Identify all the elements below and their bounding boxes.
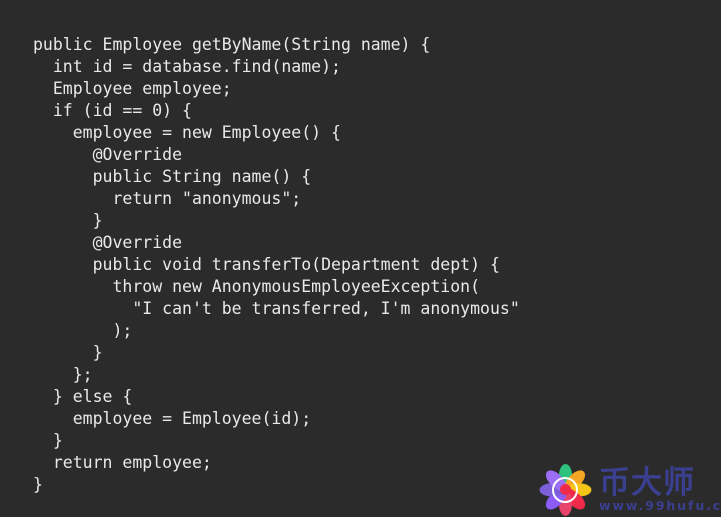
watermark: 币大师 www.99hufu.com <box>534 462 721 517</box>
code-line: public void transferTo(Department dept) … <box>33 255 500 274</box>
watermark-url: www.99hufu.com <box>599 497 721 513</box>
code-line: employee = new Employee() { <box>33 123 341 142</box>
code-line: "I can't be transferred, I'm anonymous" <box>33 299 520 318</box>
code-block: public Employee getByName(String name) {… <box>33 34 693 496</box>
code-line: Employee employee; <box>33 79 232 98</box>
code-line: } else { <box>33 387 133 406</box>
code-line: if (id == 0) { <box>33 101 192 120</box>
logo-center-dot <box>559 484 571 495</box>
code-line: ); <box>33 321 133 340</box>
watermark-text: 币大师 www.99hufu.com <box>599 464 721 513</box>
code-line: @Override <box>33 233 183 252</box>
code-line: employee = Employee(id); <box>33 409 312 428</box>
code-line: int id = database.find(name); <box>33 57 341 76</box>
watermark-brand: 币大师 <box>599 464 695 501</box>
code-line: } <box>33 343 103 362</box>
code-line: return "anonymous"; <box>33 189 302 208</box>
flower-pinwheel-icon <box>534 463 596 516</box>
code-screenshot: public Employee getByName(String name) {… <box>0 0 721 517</box>
code-line: @Override <box>33 145 183 164</box>
code-line: public Employee getByName(String name) { <box>33 35 431 54</box>
code-line: public String name() { <box>33 167 312 186</box>
code-line: }; <box>33 365 93 384</box>
code-line: } <box>33 431 63 450</box>
code-line: } <box>33 211 103 230</box>
code-line: throw new AnonymousEmployeeException( <box>33 277 481 296</box>
